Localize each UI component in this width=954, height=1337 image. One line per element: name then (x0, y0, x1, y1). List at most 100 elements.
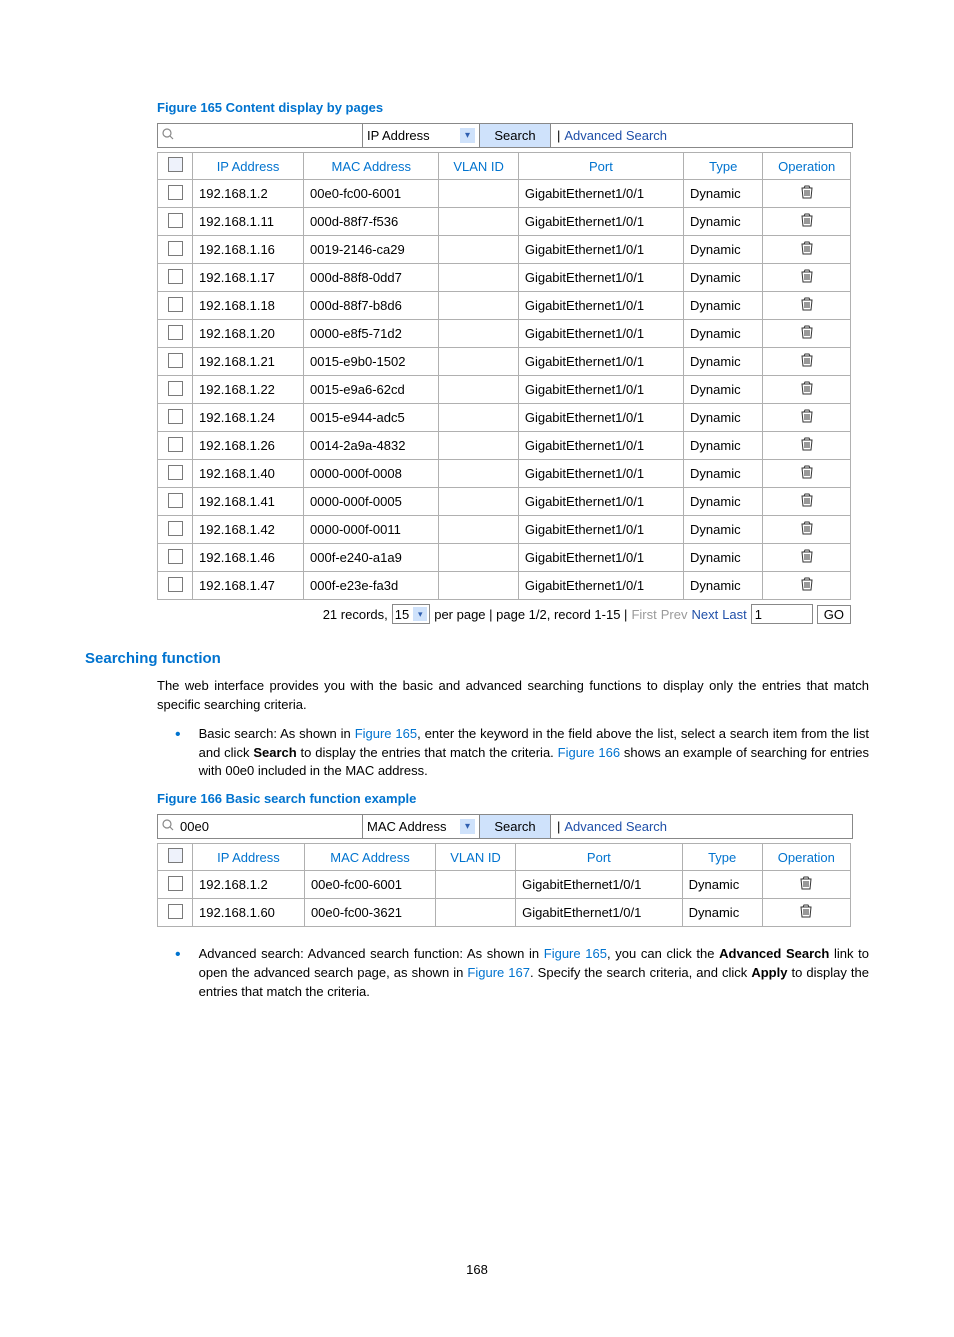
cell-mac: 00e0-fc00-6001 (304, 180, 439, 208)
row-checkbox[interactable] (168, 409, 183, 424)
pager-last[interactable]: Last (722, 607, 747, 622)
search-button[interactable]: Search (480, 815, 551, 838)
col-vlan[interactable]: VLAN ID (436, 844, 516, 871)
link-figure-165[interactable]: Figure 165 (544, 946, 607, 961)
cell-mac: 0015-e9a6-62cd (304, 376, 439, 404)
select-all-checkbox[interactable] (168, 848, 183, 863)
row-checkbox[interactable] (168, 904, 183, 919)
cell-vlan (439, 572, 518, 600)
row-checkbox[interactable] (168, 577, 183, 592)
link-figure-167[interactable]: Figure 167 (467, 965, 530, 980)
cell-ip: 192.168.1.47 (193, 572, 304, 600)
row-checkbox[interactable] (168, 269, 183, 284)
pager-prev: Prev (661, 607, 688, 622)
cell-port: GigabitEthernet1/0/1 (516, 899, 683, 927)
row-checkbox[interactable] (168, 465, 183, 480)
col-port[interactable]: Port (518, 153, 683, 180)
go-button[interactable]: GO (817, 605, 851, 624)
row-checkbox[interactable] (168, 437, 183, 452)
trash-icon[interactable] (800, 520, 814, 536)
row-checkbox[interactable] (168, 876, 183, 891)
search-input[interactable] (178, 127, 358, 144)
col-vlan[interactable]: VLAN ID (439, 153, 518, 180)
page-input[interactable] (751, 604, 813, 624)
trash-icon[interactable] (799, 875, 813, 891)
col-ip[interactable]: IP Address (193, 844, 305, 871)
per-page-select[interactable]: 15 ▾ (392, 604, 430, 624)
trash-icon[interactable] (800, 380, 814, 396)
cell-vlan (439, 432, 518, 460)
row-checkbox[interactable] (168, 381, 183, 396)
cell-ip: 192.168.1.41 (193, 488, 304, 516)
pipe-separator: | (557, 128, 560, 143)
page-number: 168 (85, 1262, 869, 1277)
search-input[interactable] (178, 818, 358, 835)
row-checkbox[interactable] (168, 325, 183, 340)
col-type[interactable]: Type (684, 153, 763, 180)
cell-type: Dynamic (684, 488, 763, 516)
cell-ip: 192.168.1.42 (193, 516, 304, 544)
pager-first: First (631, 607, 656, 622)
cell-port: GigabitEthernet1/0/1 (518, 432, 683, 460)
col-op: Operation (763, 153, 851, 180)
col-ip[interactable]: IP Address (193, 153, 304, 180)
trash-icon[interactable] (800, 352, 814, 368)
chevron-down-icon: ▾ (460, 128, 475, 143)
search-field-select[interactable]: IP Address ▾ (363, 124, 480, 147)
trash-icon[interactable] (800, 548, 814, 564)
table-row: 192.168.1.400000-000f-0008GigabitEtherne… (158, 460, 851, 488)
row-checkbox[interactable] (168, 353, 183, 368)
row-checkbox[interactable] (168, 241, 183, 256)
cell-port: GigabitEthernet1/0/1 (518, 180, 683, 208)
trash-icon[interactable] (800, 492, 814, 508)
col-type[interactable]: Type (682, 844, 762, 871)
records-count: 21 records, (323, 607, 388, 622)
row-checkbox[interactable] (168, 297, 183, 312)
trash-icon[interactable] (800, 576, 814, 592)
cell-type: Dynamic (684, 432, 763, 460)
row-checkbox[interactable] (168, 213, 183, 228)
trash-icon[interactable] (800, 408, 814, 424)
col-port[interactable]: Port (516, 844, 683, 871)
per-page-suffix: per page | page 1/2, record 1-15 | (434, 607, 627, 622)
col-mac[interactable]: MAC Address (304, 153, 439, 180)
search-bar-166: MAC Address ▾ Search | Advanced Search (157, 814, 853, 839)
cell-type: Dynamic (682, 899, 762, 927)
row-checkbox[interactable] (168, 549, 183, 564)
pager-next[interactable]: Next (691, 607, 718, 622)
cell-mac: 0000-e8f5-71d2 (304, 320, 439, 348)
trash-icon[interactable] (800, 296, 814, 312)
advanced-search-link[interactable]: Advanced Search (564, 819, 667, 834)
bullet-basic-search: • Basic search: As shown in Figure 165, … (175, 725, 869, 782)
row-checkbox[interactable] (168, 185, 183, 200)
cell-type: Dynamic (684, 460, 763, 488)
trash-icon[interactable] (800, 212, 814, 228)
select-all-checkbox[interactable] (168, 157, 183, 172)
trash-icon[interactable] (800, 268, 814, 284)
search-field-select[interactable]: MAC Address ▾ (363, 815, 480, 838)
search-button[interactable]: Search (480, 124, 551, 147)
table-row: 192.168.1.11000d-88f7-f536GigabitEtherne… (158, 208, 851, 236)
cell-mac: 000d-88f7-f536 (304, 208, 439, 236)
trash-icon[interactable] (799, 903, 813, 919)
trash-icon[interactable] (800, 184, 814, 200)
trash-icon[interactable] (800, 436, 814, 452)
advanced-search-link[interactable]: Advanced Search (564, 128, 667, 143)
cell-vlan (439, 460, 518, 488)
link-figure-166[interactable]: Figure 166 (558, 745, 620, 760)
row-checkbox[interactable] (168, 493, 183, 508)
table-row: 192.168.1.46000f-e240-a1a9GigabitEtherne… (158, 544, 851, 572)
trash-icon[interactable] (800, 464, 814, 480)
link-figure-165[interactable]: Figure 165 (355, 726, 417, 741)
cell-mac: 00e0-fc00-6001 (304, 871, 435, 899)
bullet-icon: • (175, 727, 181, 782)
cell-mac: 0000-000f-0005 (304, 488, 439, 516)
trash-icon[interactable] (800, 240, 814, 256)
table-row: 192.168.1.410000-000f-0005GigabitEtherne… (158, 488, 851, 516)
trash-icon[interactable] (800, 324, 814, 340)
table-row: 192.168.1.200e0-fc00-6001GigabitEthernet… (158, 871, 851, 899)
col-mac[interactable]: MAC Address (304, 844, 435, 871)
row-checkbox[interactable] (168, 521, 183, 536)
cell-type: Dynamic (684, 348, 763, 376)
table-row: 192.168.1.6000e0-fc00-3621GigabitEtherne… (158, 899, 851, 927)
